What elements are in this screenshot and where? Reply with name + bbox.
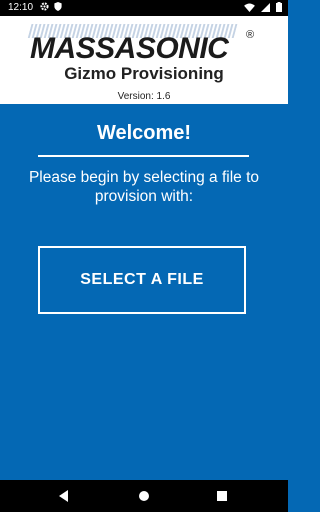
registered-mark: ®	[246, 29, 254, 41]
wifi-icon	[244, 2, 255, 12]
select-file-button[interactable]: SELECT A FILE	[38, 246, 246, 314]
shield-icon	[54, 2, 62, 11]
main-content: Welcome! Please begin by selecting a fil…	[0, 104, 288, 480]
welcome-heading: Welcome!	[96, 122, 192, 144]
status-time: 12:10	[8, 2, 34, 13]
version-label: Version: 1.6	[117, 91, 171, 102]
instructions-text: Please begin by selecting a file to prov…	[28, 169, 260, 205]
battery-icon	[276, 2, 282, 12]
recents-icon[interactable]	[214, 488, 230, 504]
status-bar: 12:10	[0, 0, 288, 16]
back-icon[interactable]	[56, 488, 72, 504]
home-icon[interactable]	[136, 488, 152, 504]
gear-icon	[40, 2, 49, 11]
divider	[38, 155, 249, 157]
svg-text:MASSASONIC: MASSASONIC	[30, 32, 230, 64]
app-title: Gizmo Provisioning	[64, 64, 224, 83]
app-header: MASSASONIC ® Gizmo Provisioning Version:…	[0, 16, 288, 104]
navigation-bar	[0, 480, 288, 512]
massasonic-logo: MASSASONIC ®	[27, 24, 254, 64]
cellular-icon	[261, 2, 270, 12]
